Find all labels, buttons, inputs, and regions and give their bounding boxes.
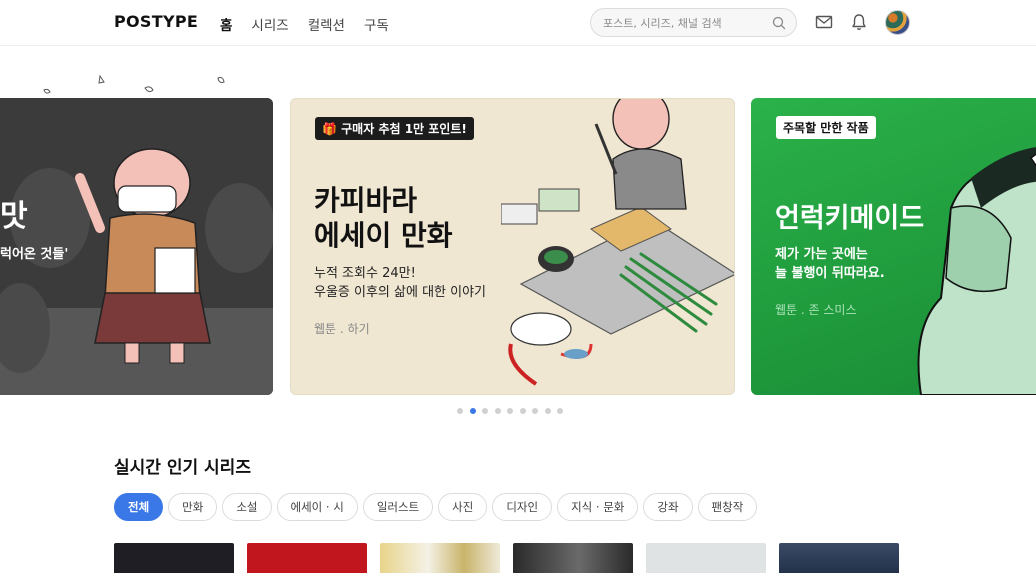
slide-capybara-sub-line1: 누적 조회수 24만!: [314, 266, 416, 281]
top-header: POSTYPE 홈 시리즈 컬렉션 구독: [0, 0, 1036, 46]
carousel-pagination: [457, 408, 563, 414]
carousel-dot[interactable]: [519, 408, 526, 414]
series-thumbnail-row: [114, 543, 899, 573]
carousel-dot[interactable]: [544, 408, 551, 414]
promo-badge: 🎁 구매자 추첨 1만 포인트!: [315, 117, 474, 140]
avatar[interactable]: [885, 10, 910, 35]
nav-home[interactable]: 홈: [220, 14, 232, 34]
category-chip-comics[interactable]: 만화: [168, 493, 218, 521]
nav-collection[interactable]: 컬렉션: [308, 14, 345, 34]
carousel-dot-active[interactable]: [469, 408, 476, 414]
search-box[interactable]: [590, 8, 797, 37]
series-thumbnail[interactable]: [247, 543, 367, 573]
banner-carousel: 맛 럭어온 것들' 🎁 구매자 추첨 1만 포인트! 카피바라 에세이 만화 누…: [0, 46, 1036, 418]
slide-left-subtitle: 럭어온 것들': [0, 247, 69, 262]
banner-slide-capybara[interactable]: 🎁 구매자 추첨 1만 포인트! 카피바라 에세이 만화 누적 조회수 24만!…: [290, 98, 735, 395]
main-nav: 홈 시리즈 컬렉션 구독: [220, 14, 408, 34]
carousel-dot[interactable]: [482, 408, 488, 414]
nav-subscribe[interactable]: 구독: [364, 14, 389, 34]
banner-slide-unlucky-maid[interactable]: 주목할 만한 작품 언럭키메이드 제가 가는 곳에는 늘 불행이 뒤따라요. 웹…: [751, 98, 1036, 395]
series-thumbnail[interactable]: [646, 543, 766, 573]
logo[interactable]: POSTYPE: [114, 12, 198, 31]
category-chip-illustration[interactable]: 일러스트: [362, 493, 434, 521]
carousel-dot[interactable]: [494, 408, 501, 414]
search-input[interactable]: [603, 15, 768, 31]
mail-icon[interactable]: [814, 12, 834, 32]
nav-series[interactable]: 시리즈: [251, 14, 288, 34]
series-thumbnail[interactable]: [779, 543, 899, 573]
slide-capybara-sub-line2: 우울증 이후의 삶에 대한 이야기: [314, 284, 487, 300]
category-chip-novel[interactable]: 소설: [222, 493, 272, 521]
series-thumbnail[interactable]: [114, 543, 234, 573]
carousel-dot[interactable]: [532, 408, 538, 414]
slide-maid-sub-line1: 제가 가는 곳에는: [775, 247, 868, 262]
slide-capybara-title-line2: 에세이 만화: [314, 219, 453, 252]
slide-maid-meta: 웹툰 . 존 스미스: [775, 303, 857, 317]
notable-badge: 주목할 만한 작품: [776, 116, 876, 139]
carousel-dot[interactable]: [457, 408, 463, 414]
category-filter: 전체 만화 소설 에세이 · 시 일러스트 사진 디자인 지식 · 문화 강좌 …: [114, 493, 758, 521]
slide-maid-subtitle: 제가 가는 곳에는 늘 불행이 뒤따라요.: [775, 246, 885, 284]
category-chip-fanfic[interactable]: 팬창작: [697, 493, 758, 521]
slide-maid-title: 언럭키메이드: [775, 203, 925, 234]
banner-slide-left[interactable]: 맛 럭어온 것들': [0, 98, 273, 395]
section-title: 실시간 인기 시리즈: [114, 458, 251, 478]
slide-capybara-title: 카피바라 에세이 만화: [314, 183, 453, 253]
category-chip-photo[interactable]: 사진: [438, 493, 488, 521]
category-chip-essay[interactable]: 에세이 · 시: [276, 493, 358, 521]
series-thumbnail[interactable]: [513, 543, 633, 573]
promo-badge-text: 구매자 추첨 1만 포인트!: [341, 122, 467, 136]
carousel-dot[interactable]: [557, 408, 563, 414]
slide-capybara-meta: 웹툰 . 하기: [314, 322, 370, 336]
carousel-dot[interactable]: [507, 408, 513, 414]
slide-maid-illustration: [917, 147, 1036, 395]
slide-capybara-title-line1: 카피바라: [314, 184, 418, 217]
search-icon[interactable]: [771, 15, 787, 31]
category-chip-design[interactable]: 디자인: [492, 493, 553, 521]
gift-icon: 🎁: [322, 122, 337, 136]
category-chip-knowledge[interactable]: 지식 · 문화: [557, 493, 639, 521]
slide-capybara-subtitle: 누적 조회수 24만! 우울증 이후의 삶에 대한 이야기: [314, 265, 486, 303]
slide-left-title: 맛: [0, 199, 28, 234]
slide-maid-sub-line2: 늘 불행이 뒤따라요.: [775, 265, 885, 281]
slide-capybara-illustration: [501, 99, 734, 386]
series-thumbnail[interactable]: [380, 543, 500, 573]
category-chip-all[interactable]: 전체: [114, 493, 164, 521]
category-chip-lecture[interactable]: 강좌: [643, 493, 693, 521]
bell-icon[interactable]: [849, 12, 869, 32]
